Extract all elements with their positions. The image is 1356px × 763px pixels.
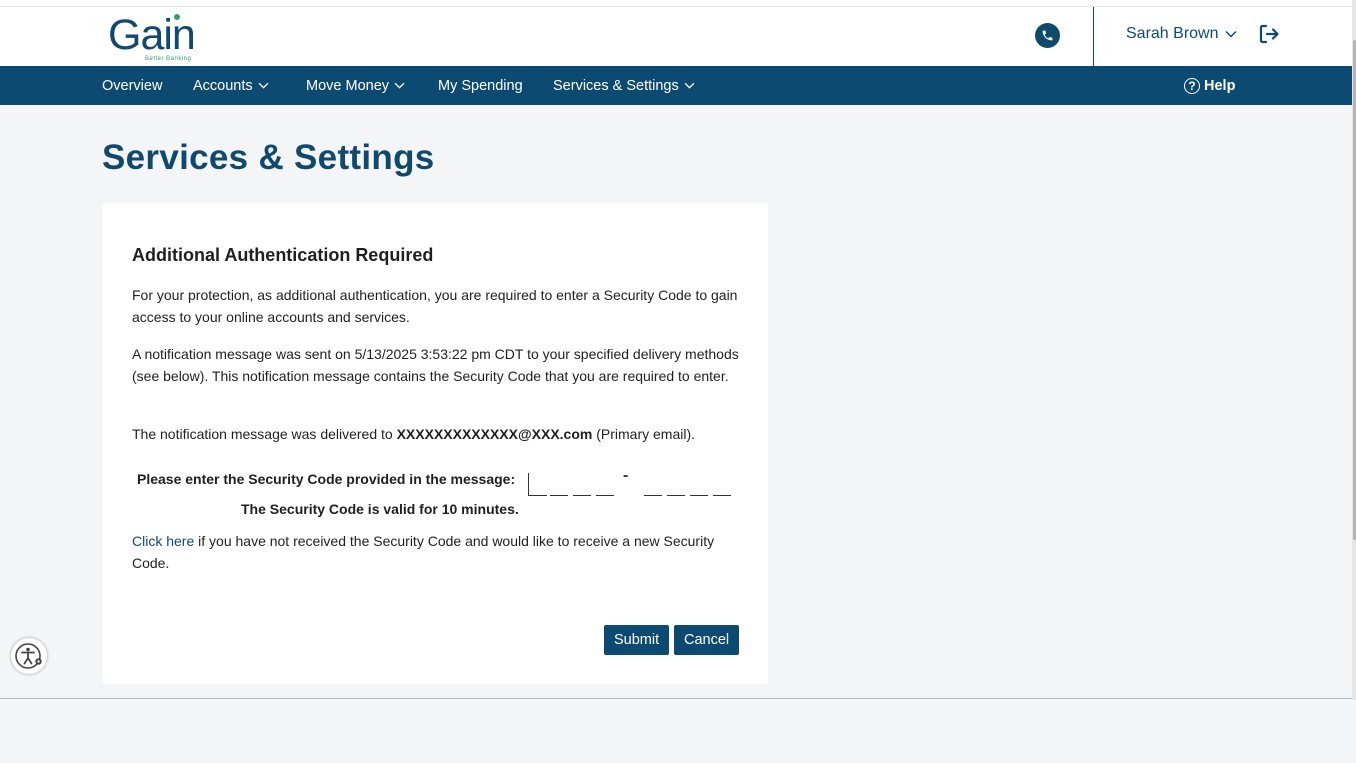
delivery-suffix: (Primary email). xyxy=(592,426,695,442)
chevron-down-icon xyxy=(1224,30,1237,38)
footer xyxy=(0,699,1356,763)
resend-code-link[interactable]: Click here xyxy=(132,533,194,549)
security-code-digit-6[interactable] xyxy=(667,473,685,496)
logout-icon[interactable] xyxy=(1257,22,1281,46)
protection-text: For your protection, as additional authe… xyxy=(132,287,738,325)
security-code-digit-7[interactable] xyxy=(690,473,708,496)
nav-item-label: Accounts xyxy=(193,77,253,94)
accessibility-glyph xyxy=(15,643,42,669)
chevron-down-icon xyxy=(394,82,405,89)
security-code-label: Please enter the Security Code provided … xyxy=(137,471,516,487)
logo-dot xyxy=(174,14,180,20)
help-icon: ? xyxy=(1184,77,1200,94)
card-title: Additional Authentication Required xyxy=(132,245,434,265)
nav-item-label: Overview xyxy=(102,77,163,94)
accessibility-icon[interactable] xyxy=(11,638,47,674)
security-code-digit-3[interactable] xyxy=(573,473,591,496)
page: Gain Better Banking Sarah Brown Overview xyxy=(0,0,1356,763)
header-divider xyxy=(1093,7,1094,67)
security-code-digit-2[interactable] xyxy=(550,473,568,496)
resend-description: if you have not received the Security Co… xyxy=(132,533,715,571)
main-content: Services & Settings Additional Authentic… xyxy=(0,105,1352,699)
help-link[interactable]: ? Help xyxy=(1184,66,1235,105)
security-code-digit-1[interactable] xyxy=(528,473,547,496)
security-code-validity: The Security Code is valid for 10 minute… xyxy=(241,501,519,517)
main-nav: Overview Accounts Move Money My Spending… xyxy=(0,66,1352,105)
nav-item-overview[interactable]: Overview xyxy=(102,66,162,105)
cancel-button[interactable]: Cancel xyxy=(674,625,740,655)
nav-item-label: Services & Settings xyxy=(553,77,679,94)
user-menu[interactable]: Sarah Brown xyxy=(1126,23,1237,45)
nav-item-label: My Spending xyxy=(438,77,523,94)
phone-icon[interactable] xyxy=(1035,23,1060,48)
help-label: Help xyxy=(1204,77,1236,94)
security-code-digit-4[interactable] xyxy=(596,473,614,496)
submit-button[interactable]: Submit xyxy=(604,625,670,655)
gain-logo[interactable]: Gain Better Banking xyxy=(108,11,208,63)
authentication-card: Additional Authentication Required For y… xyxy=(102,203,768,684)
top-header: Gain Better Banking Sarah Brown xyxy=(0,6,1352,67)
security-code-digit-5[interactable] xyxy=(644,473,662,496)
delivery-text: The notification message was delivered t… xyxy=(132,423,742,445)
nav-item-my-spending[interactable]: My Spending xyxy=(438,66,523,105)
security-code-digit-8[interactable] xyxy=(713,473,731,496)
logo-wordmark: Gain xyxy=(108,11,196,59)
page-title: Services & Settings xyxy=(102,138,435,177)
nav-item-accounts[interactable]: Accounts xyxy=(193,66,269,105)
nav-item-move-money[interactable]: Move Money xyxy=(306,66,405,105)
resend-text: Click here if you have not received the … xyxy=(132,530,742,574)
phone-glyph xyxy=(1042,30,1053,41)
chevron-down-icon xyxy=(684,82,695,89)
delivery-prefix: The notification message was delivered t… xyxy=(132,426,397,442)
nav-item-label: Move Money xyxy=(306,77,390,94)
logo-tagline: Better Banking xyxy=(145,56,192,62)
security-code-separator: - xyxy=(623,467,629,484)
user-name: Sarah Brown xyxy=(1126,25,1219,42)
chevron-down-icon xyxy=(258,82,269,89)
delivery-email: XXXXXXXXXXXXX@XXX.com xyxy=(396,426,593,442)
nav-item-services-settings[interactable]: Services & Settings xyxy=(553,66,695,105)
notification-sent-text: A notification message was sent on 5/13/… xyxy=(132,346,739,384)
